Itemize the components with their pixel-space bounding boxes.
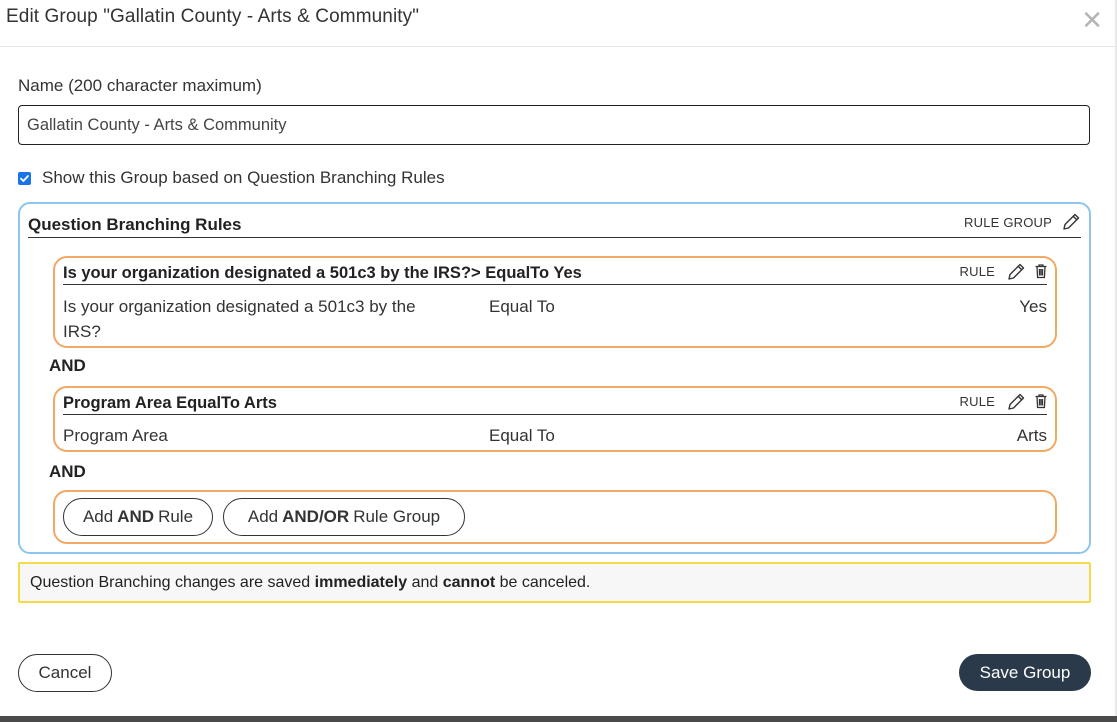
branching-toggle-label: Show this Group based on Question Branch… (42, 168, 445, 187)
branching-toggle[interactable]: Show this Group based on Question Branch… (18, 168, 445, 188)
delete-rule-trash-icon[interactable] (1034, 393, 1048, 414)
rule-question: Program Area (63, 426, 168, 445)
add-andor-suffix: Rule Group (353, 507, 441, 526)
edit-group-dialog: Edit Group "Gallatin County - Arts & Com… (0, 0, 1117, 716)
rule-title: Program Area EqualTo Arts (63, 394, 277, 412)
notice-text-2: and (411, 573, 439, 591)
add-and-rule-button[interactable]: Add AND Rule (63, 498, 213, 536)
and-connector: AND (49, 462, 86, 481)
and-connector: AND (49, 356, 86, 375)
rule-badge: RULE (959, 394, 995, 409)
checkbox-checked-icon[interactable] (18, 171, 31, 185)
rule-badge: RULE (959, 264, 995, 279)
rule-value: Arts (1016, 426, 1047, 445)
dialog-header: Edit Group "Gallatin County - Arts & Com… (0, 0, 1117, 47)
close-icon[interactable]: ✕ (1081, 7, 1103, 33)
rule-title: Is your organization designated a 501c3 … (63, 264, 582, 282)
rule-question: Is your organization designated a 501c3 … (63, 297, 416, 341)
add-and-rule-suffix: Rule (158, 507, 194, 526)
rule-group-title: Question Branching Rules (28, 215, 242, 234)
group-name-input[interactable] (18, 105, 1090, 145)
cancel-button[interactable]: Cancel (18, 654, 112, 692)
rule-divider (63, 284, 1047, 285)
notice-text-3: be canceled. (499, 573, 591, 591)
notice-bold-cannot: cannot (442, 573, 496, 591)
rule-group-badge: RULE GROUP (964, 215, 1052, 230)
add-and-rule-keyword: AND (117, 507, 155, 526)
backdrop-edge (0, 716, 1117, 722)
notice-bold-immediately: immediately (314, 573, 408, 591)
rule-operator: Equal To (489, 297, 555, 316)
rule-divider (63, 414, 1047, 415)
add-andor-prefix: Add (247, 507, 279, 526)
dialog-title: Edit Group "Gallatin County - Arts & Com… (6, 6, 420, 27)
name-field-label: Name (200 character maximum) (18, 76, 262, 95)
rule-operator: Equal To (489, 426, 555, 445)
rule-group-divider (28, 237, 1081, 238)
add-and-rule-prefix: Add (82, 507, 114, 526)
save-group-button[interactable]: Save Group (959, 654, 1091, 691)
rule-group-box: Question Branching Rules RULE GROUP Is y… (18, 202, 1091, 554)
notice-text-1: Question Branching changes are saved (30, 573, 311, 591)
save-notice: Question Branching changes are saved imm… (18, 562, 1091, 603)
add-andor-rule-group-button[interactable]: Add AND/OR Rule Group (223, 498, 465, 536)
add-andor-keyword: AND/OR (282, 507, 350, 526)
add-rule-container: Add AND Rule Add AND/OR Rule Group (53, 490, 1057, 544)
rule-value: Yes (1019, 297, 1047, 316)
delete-rule-trash-icon[interactable] (1034, 263, 1048, 284)
rule-card: Is your organization designated a 501c3 … (53, 256, 1057, 348)
rule-card: Program Area EqualTo Arts RULE Program A… (53, 386, 1057, 452)
edit-rule-group-pencil-icon[interactable] (1060, 211, 1082, 238)
